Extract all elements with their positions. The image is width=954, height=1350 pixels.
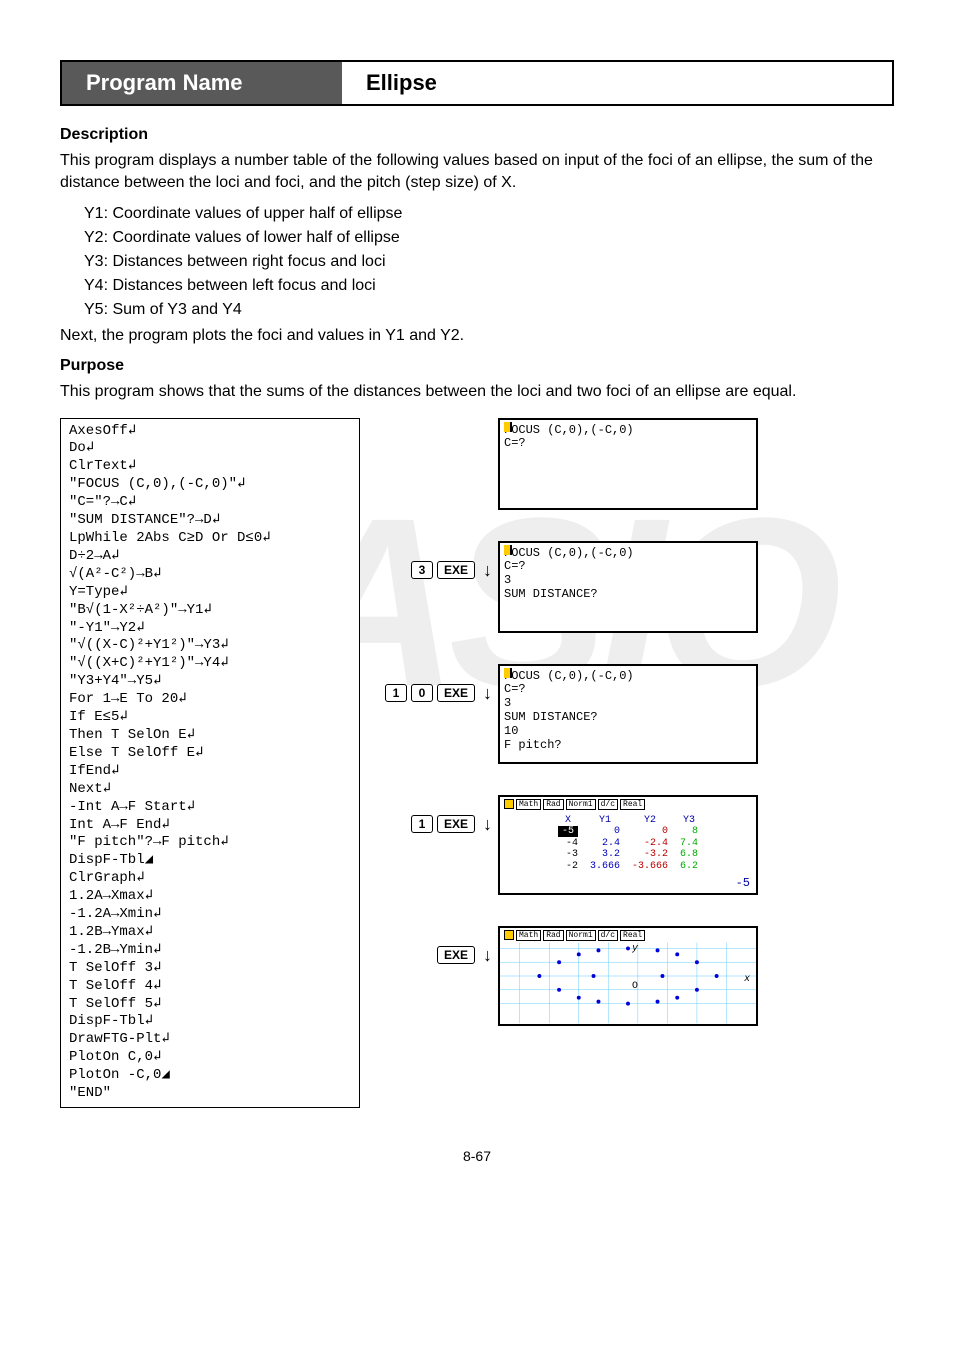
screen-line: 10 [504,725,752,739]
screen-line: C=? [504,683,752,697]
badge-dc: d/c [598,799,618,810]
table-cell: -3.666 [626,861,674,873]
badge-real: Real [620,799,645,810]
table-cell: 7.4 [674,838,704,850]
step-row: FOCUS (C,0),(-C,0) C=? 3 SUM DISTANCE? [384,541,894,633]
badge-real: Real [620,930,645,941]
badge-norm: Norm1 [566,930,596,941]
table-cell: 3.666 [584,861,626,873]
table-row: -33.2-3.26.8 [552,849,704,861]
screen-line: FOCUS (C,0),(-C,0) [504,547,752,561]
table-row: -42.4-2.47.4 [552,838,704,850]
screen-line: SUM DISTANCE? [504,588,752,602]
description-title: Description [60,126,894,144]
table-header: Y3 [674,815,704,827]
table-cell: -4 [552,838,584,850]
purpose-body: This program shows that the sums of the … [60,381,894,403]
ellipse-plot-icon: x y O [500,928,756,1024]
table-row: -5008 [552,826,704,838]
table-cell: 3.2 [584,849,626,861]
screen-indicator [504,668,512,678]
badge-math: Math [516,930,541,941]
battery-icon [504,799,514,809]
table-cell: -3 [552,849,584,861]
calculator-screen: FOCUS (C,0),(-C,0) C=? [498,418,758,510]
y1-text: Y1: Coordinate values of upper half of e… [60,205,894,223]
header-program-name: Program Name [62,62,342,104]
purpose-title: Purpose [60,357,894,375]
screen-line: F pitch? [504,739,752,753]
badge-dc: d/c [598,930,618,941]
table-header: X [552,815,584,827]
screen-line: 3 [504,574,752,588]
step-row: Math Rad Norm1 d/c Real X Y1 Y2 Y3 -50 [384,795,894,895]
badge-norm: Norm1 [566,799,596,810]
screen-line: SUM DISTANCE? [504,711,752,725]
screen-line: 3 [504,697,752,711]
table-cell: 2.4 [584,838,626,850]
screen-indicator [504,545,512,555]
next-text: Next, the program plots the foci and val… [60,325,894,347]
calculator-screen: FOCUS (C,0),(-C,0) C=? 3 SUM DISTANCE? 1… [498,664,758,764]
origin-label: O [632,979,638,990]
y-axis-label: y [631,942,639,953]
status-badges: Math Rad Norm1 d/c Real [504,930,645,941]
table-cell: 0 [584,826,626,838]
table-header: Y2 [626,815,674,827]
y2-text: Y2: Coordinate values of lower half of e… [60,229,894,247]
page-number: 8-67 [60,1148,894,1164]
step-keys [384,418,492,458]
value-table: X Y1 Y2 Y3 -5008-42.4-2.47.4-33.2-3.26.8… [552,815,704,873]
selected-value: -5 [736,877,750,891]
calculator-graph-screen: Math Rad Norm1 d/c Real [498,926,758,1026]
header-title: Ellipse [342,62,461,104]
screen-line: C=? [504,437,752,451]
screen-line: FOCUS (C,0),(-C,0) [504,424,752,438]
battery-icon [504,930,514,940]
y4-text: Y4: Distances between left focus and loc… [60,277,894,295]
x-axis-label: x [743,972,750,983]
program-code: AxesOff↲ Do↲ ClrText↲ "FOCUS (C,0),(-C,0… [60,418,360,1108]
y5-text: Y5: Sum of Y3 and Y4 [60,301,894,319]
badge-math: Math [516,799,541,810]
table-row: -23.666-3.6666.2 [552,861,704,873]
table-cell: 6.2 [674,861,704,873]
screen-line: FOCUS (C,0),(-C,0) [504,670,752,684]
table-cell: -5 [552,826,584,838]
table-cell: -2.4 [626,838,674,850]
execution-steps: FOCUS (C,0),(-C,0) C=? 3 EXE ↓ [384,418,894,1108]
header-bar: Program Name Ellipse [60,60,894,106]
screen-line: C=? [504,560,752,574]
y3-text: Y3: Distances between right focus and lo… [60,253,894,271]
badge-rad: Rad [543,930,563,941]
badge-rad: Rad [543,799,563,810]
table-header: Y1 [584,815,626,827]
table-cell: -3.2 [626,849,674,861]
table-cell: 0 [626,826,674,838]
status-badges: Math Rad Norm1 d/c Real [504,799,645,810]
screen-indicator [504,422,512,432]
table-cell: -2 [552,861,584,873]
step-row: FOCUS (C,0),(-C,0) C=? [384,418,894,510]
calculator-screen: FOCUS (C,0),(-C,0) C=? 3 SUM DISTANCE? [498,541,758,633]
table-cell: 6.8 [674,849,704,861]
step-row: Math Rad Norm1 d/c Real [384,926,894,1026]
description-body: This program displays a number table of … [60,150,894,195]
calculator-table-screen: Math Rad Norm1 d/c Real X Y1 Y2 Y3 -50 [498,795,758,895]
step-row: FOCUS (C,0),(-C,0) C=? 3 SUM DISTANCE? 1… [384,664,894,764]
table-cell: 8 [674,826,704,838]
